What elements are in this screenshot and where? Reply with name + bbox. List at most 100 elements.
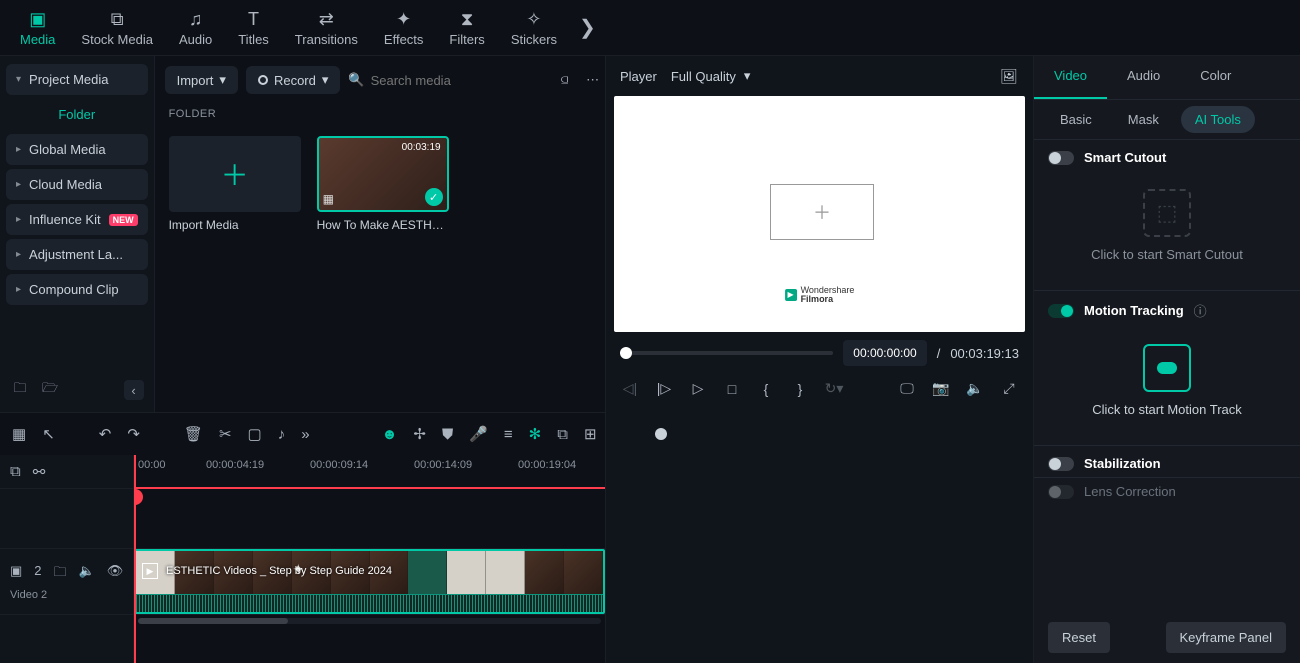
ai-icon[interactable]: ☻ (382, 426, 398, 443)
media-clip-tile[interactable]: 00:03:19 ▦ ✓ How To Make AESTHE... (317, 136, 449, 232)
motion-tracking-panel: Motion Tracking ⓘ Click to start Motion … (1034, 291, 1300, 446)
tab-video[interactable]: Video (1034, 56, 1107, 99)
stop-icon[interactable]: □ (722, 381, 742, 397)
quality-selector[interactable]: Full Quality ▾ (671, 68, 751, 84)
play-icon[interactable]: ▷ (688, 380, 708, 397)
loop-icon[interactable]: ↻▾ (824, 380, 844, 397)
pointer-icon[interactable]: ↖ (42, 425, 55, 443)
import-button[interactable]: Import ▾ (165, 66, 238, 94)
filter-icon[interactable]: ⫑ (555, 70, 575, 90)
smart-cutout-panel: Smart Cutout ⬚ Click to start Smart Cuto… (1034, 140, 1300, 291)
visibility-icon[interactable]: 👁 (107, 563, 124, 585)
horizontal-scrollbar[interactable] (134, 615, 605, 627)
more-icon[interactable]: ⋯ (583, 70, 603, 90)
mic-icon[interactable]: 🎤 (469, 425, 488, 443)
cut-icon[interactable]: ✂ (219, 425, 232, 443)
stabilization-toggle[interactable] (1048, 457, 1074, 471)
sidebar-compound-clip[interactable]: ▸ Compound Clip (6, 274, 148, 305)
chevron-right-icon: ▸ (16, 179, 21, 190)
prev-frame-icon[interactable]: ◁| (620, 380, 640, 397)
timeline-channels[interactable]: 00:00 00:00:04:19 00:00:09:14 00:00:14:0… (134, 455, 605, 663)
chevron-down-icon: ▾ (322, 72, 329, 88)
tab-audio[interactable]: Audio (1107, 56, 1180, 99)
list-icon[interactable]: ≡ (504, 426, 513, 443)
mark-in-icon[interactable]: { (756, 381, 776, 397)
stack-icon[interactable]: ⧉ (557, 426, 568, 443)
fullscreen-icon[interactable]: ⤢ (999, 380, 1019, 397)
smart-cutout-icon[interactable]: ⬚ (1143, 189, 1191, 237)
sidebar-influence-kit[interactable]: ▸ Influence Kit NEW (6, 204, 148, 235)
new-bin-icon[interactable]: 🗁 (40, 380, 60, 400)
playhead[interactable] (134, 455, 136, 663)
sidebar-folder[interactable]: Folder (6, 99, 148, 130)
add-track-icon[interactable]: ⊞ (584, 425, 597, 443)
next-frame-icon[interactable]: |▷ (654, 380, 674, 397)
shield-icon[interactable]: ⛊ (442, 426, 453, 443)
smart-cutout-toggle[interactable] (1048, 151, 1074, 165)
plus-icon: ＋ (169, 136, 301, 212)
canvas-placeholder[interactable]: ＋ (770, 184, 874, 240)
new-folder-icon[interactable]: 🗀 (10, 380, 30, 400)
nav-titles[interactable]: T Titles (226, 4, 281, 51)
volume-icon[interactable]: 🔈 (965, 380, 985, 397)
marker-icon[interactable]: ✻ (529, 425, 542, 443)
player-controls: ◁| |▷ ▷ □ { } ↻▾ 🖵 📷 🔈 ⤢ (606, 374, 1033, 407)
video-track-header[interactable]: ▣2 🗀 🔈 👁 Video 2 (0, 549, 133, 615)
watermark: ▶ WondershareFilmora (785, 286, 855, 304)
crop-icon[interactable]: ▢ (248, 425, 262, 443)
nav-stock-media[interactable]: ⧉ Stock Media (69, 4, 165, 51)
search-input[interactable] (371, 73, 547, 88)
reset-button[interactable]: Reset (1048, 622, 1110, 653)
duplicate-icon[interactable]: ⧉ (10, 463, 21, 480)
seek-slider[interactable] (620, 351, 833, 355)
collapse-sidebar[interactable]: ‹ (124, 380, 144, 400)
music-icon[interactable]: ♪ (278, 426, 286, 443)
import-media-tile[interactable]: ＋ Import Media (169, 136, 301, 232)
display-icon[interactable]: 🖵 (897, 380, 917, 397)
video-track[interactable]: ▶ ESTHETIC Videos _ Step by Step Guide 2… (134, 549, 605, 615)
nav-filters[interactable]: ⧗ Filters (437, 4, 496, 51)
sparkle-icon[interactable]: ✢ (413, 425, 426, 443)
mark-out-icon[interactable]: } (790, 381, 810, 397)
nav-more[interactable]: ❯ (571, 15, 604, 40)
expand-tools-icon[interactable]: » (301, 426, 309, 443)
motion-track-icon[interactable] (1143, 344, 1191, 392)
nav-audio[interactable]: ♫ Audio (167, 4, 224, 51)
tab-mask[interactable]: Mask (1114, 106, 1173, 133)
link-icon[interactable]: ⚯ (33, 463, 46, 481)
folder-icon[interactable]: 🗀 (54, 563, 67, 585)
sidebar-project-media[interactable]: ▾ Project Media (6, 64, 148, 95)
button-label: Import (177, 73, 214, 88)
clip-duration: 00:03:19 (402, 142, 441, 153)
redo-icon[interactable]: ↷ (127, 425, 140, 443)
tab-ai-tools[interactable]: AI Tools (1181, 106, 1255, 133)
motion-tracking-toggle[interactable] (1048, 304, 1074, 318)
nav-stickers[interactable]: ✧ Stickers (499, 4, 569, 51)
snap-icon[interactable]: ▦ (12, 425, 26, 443)
panel-hint[interactable]: Click to start Motion Track (1092, 402, 1242, 417)
tab-basic[interactable]: Basic (1046, 106, 1106, 133)
undo-icon[interactable]: ↶ (99, 425, 112, 443)
chevron-down-icon: ▾ (16, 74, 21, 85)
player-canvas[interactable]: ＋ ▶ WondershareFilmora (614, 96, 1025, 332)
record-button[interactable]: Record ▾ (246, 66, 340, 94)
delete-icon[interactable]: 🗑 (184, 425, 203, 443)
camera-icon[interactable]: 📷 (931, 380, 951, 397)
empty-track[interactable] (134, 489, 605, 549)
sidebar-global-media[interactable]: ▸ Global Media (6, 134, 148, 165)
nav-transitions[interactable]: ⇄ Transitions (283, 4, 370, 51)
nav-media[interactable]: ▣ Media (8, 4, 67, 51)
sidebar-cloud-media[interactable]: ▸ Cloud Media (6, 169, 148, 200)
time-ruler[interactable]: 00:00 00:00:04:19 00:00:09:14 00:00:14:0… (134, 455, 605, 489)
mute-icon[interactable]: 🔈 (79, 563, 95, 585)
keyframe-panel-button[interactable]: Keyframe Panel (1166, 622, 1287, 653)
panel-hint[interactable]: Click to start Smart Cutout (1091, 247, 1243, 262)
snapshot-icon[interactable]: 🖼 (999, 68, 1019, 85)
sidebar-adjustment-layer[interactable]: ▸ Adjustment La... (6, 239, 148, 270)
nav-label: Filters (449, 32, 484, 47)
tab-color[interactable]: Color (1180, 56, 1251, 99)
panel-title: Stabilization (1084, 456, 1161, 471)
nav-effects[interactable]: ✦ Effects (372, 4, 436, 51)
help-icon[interactable]: ⓘ (1194, 301, 1207, 320)
video-clip[interactable]: ▶ ESTHETIC Videos _ Step by Step Guide 2… (134, 549, 605, 614)
